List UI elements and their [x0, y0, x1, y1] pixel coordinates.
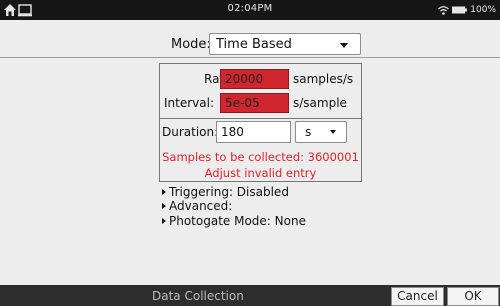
clock: 02:04PM: [227, 3, 273, 14]
sampling-panel: Rate: 20000 samples/s Interval: 5e-05 s/…: [159, 63, 362, 182]
mode-dropdown-value: Time Based: [216, 37, 292, 52]
battery-level: 100%: [470, 5, 496, 15]
status-bar: 02:04PM 100%: [0, 0, 500, 20]
expand-arrow-icon: [162, 218, 166, 224]
duration-input[interactable]: 180: [216, 121, 291, 143]
rate-input[interactable]: 20000: [220, 69, 289, 89]
expand-arrow-icon: [162, 203, 166, 209]
mode-label: Mode:: [171, 37, 211, 52]
expand-arrow-icon: [162, 189, 166, 195]
photogate-label: Photogate Mode: None: [169, 214, 306, 228]
wifi-icon: [438, 5, 450, 15]
advanced-expander[interactable]: Advanced:: [162, 199, 232, 213]
cancel-button[interactable]: Cancel: [391, 287, 444, 306]
advanced-label: Advanced:: [169, 199, 233, 213]
chevron-down-icon: [340, 43, 348, 48]
rate-unit: samples/s: [293, 72, 354, 86]
status-indicators: 100%: [438, 3, 496, 17]
triggering-expander[interactable]: Triggering: Disabled: [162, 185, 289, 199]
interval-label: Interval:: [164, 96, 214, 110]
ok-button[interactable]: OK: [447, 287, 499, 306]
duration-unit-value: s: [305, 125, 312, 139]
mode-dropdown[interactable]: Time Based: [209, 33, 361, 55]
rate-interval-group: Rate: 20000 samples/s Interval: 5e-05 s/…: [160, 64, 361, 119]
mode-row: Mode: Time Based: [0, 31, 500, 58]
triggering-label: Triggering: Disabled: [169, 185, 289, 199]
photogate-expander[interactable]: Photogate Mode: None: [162, 214, 306, 228]
interval-unit: s/sample: [293, 96, 347, 110]
adjust-warning: Adjust invalid entry: [204, 166, 317, 180]
interval-input[interactable]: 5e-05: [220, 93, 289, 113]
battery-icon: [452, 6, 468, 14]
bottom-bar: Data Collection Cancel OK: [0, 285, 500, 306]
duration-unit-dropdown[interactable]: s: [295, 121, 347, 143]
dialog-title: Data Collection: [152, 289, 244, 303]
chevron-down-icon: [330, 130, 336, 134]
duration-label: Duration:: [162, 125, 219, 139]
samples-warning: Samples to be collected: 3600001: [162, 150, 359, 164]
